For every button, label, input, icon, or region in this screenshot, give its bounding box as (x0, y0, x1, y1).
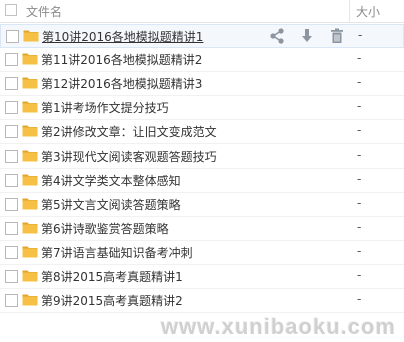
share-icon[interactable] (269, 27, 285, 45)
file-row[interactable]: 第10讲2016各地模拟题精讲1 - (0, 24, 404, 48)
folder-icon (22, 51, 38, 65)
folder-icon (22, 172, 38, 186)
row-checkbox[interactable] (5, 221, 18, 235)
column-header-filename[interactable]: 文件名 (26, 3, 62, 20)
delete-icon[interactable] (329, 27, 345, 45)
file-name-link[interactable]: 第4讲文学类文本整体感知 (41, 172, 181, 189)
column-header-size[interactable]: 大小 (356, 3, 380, 20)
file-name-link[interactable]: 第7讲语言基础知识备考冲刺 (41, 244, 193, 261)
file-size: - (357, 51, 362, 66)
file-size: - (357, 147, 362, 162)
file-row[interactable]: 第7讲语言基础知识备考冲刺 - (0, 241, 404, 265)
file-row[interactable]: 第3讲现代文阅读客观题答题技巧 - (0, 145, 404, 169)
file-size: - (357, 123, 362, 138)
file-row[interactable]: 第9讲2015高考真题精讲2 - (0, 289, 404, 314)
folder-icon (22, 292, 38, 306)
download-icon[interactable] (299, 27, 315, 45)
row-checkbox[interactable] (6, 30, 19, 43)
file-row[interactable]: 第11讲2016各地模拟题精讲2 - (0, 48, 404, 73)
folder-icon (22, 99, 38, 113)
file-name-link[interactable]: 第2讲修改文章：让旧文变成范文 (41, 123, 217, 140)
row-checkbox[interactable] (5, 173, 18, 187)
file-name-link[interactable]: 第9讲2015高考真题精讲2 (41, 292, 183, 309)
row-checkbox[interactable] (5, 125, 18, 139)
file-row[interactable]: 第2讲修改文章：让旧文变成范文 - (0, 120, 404, 145)
file-size: - (357, 243, 362, 258)
file-size: - (358, 28, 363, 42)
row-checkbox[interactable] (5, 101, 18, 115)
folder-icon (22, 268, 38, 282)
row-checkbox[interactable] (5, 149, 18, 163)
row-checkbox[interactable] (5, 77, 18, 91)
file-name-link[interactable]: 第11讲2016各地模拟题精讲2 (41, 51, 202, 68)
folder-icon (22, 75, 38, 89)
row-checkbox[interactable] (5, 270, 18, 283)
file-size: - (357, 171, 362, 186)
folder-icon (22, 220, 38, 234)
file-size: - (357, 268, 362, 282)
file-size: - (357, 75, 362, 90)
folder-icon (22, 196, 38, 210)
file-name-link[interactable]: 第8讲2015高考真题精讲1 (41, 268, 183, 285)
file-name-link[interactable]: 第6讲诗歌鉴赏答题策略 (41, 220, 169, 237)
file-row[interactable]: 第5讲文言文阅读答题策略 - (0, 193, 404, 217)
row-checkbox[interactable] (5, 197, 18, 211)
file-list-header: 文件名 大小 (0, 0, 404, 23)
watermark: www.xunibaoku.com (161, 314, 396, 339)
file-row[interactable]: 第6讲诗歌鉴赏答题策略 - (0, 217, 404, 241)
file-size: - (357, 292, 362, 307)
column-divider[interactable] (349, 0, 350, 22)
select-all-checkbox[interactable] (5, 4, 17, 16)
file-row[interactable]: 第1讲考场作文提分技巧 - (0, 96, 404, 121)
file-name-link[interactable]: 第1讲考场作文提分技巧 (41, 99, 169, 116)
folder-icon (22, 123, 38, 137)
file-row[interactable]: 第8讲2015高考真题精讲1 - (0, 265, 404, 289)
file-name-link[interactable]: 第10讲2016各地模拟题精讲1 (42, 28, 203, 45)
folder-icon (22, 244, 38, 258)
file-name-link[interactable]: 第5讲文言文阅读答题策略 (41, 196, 181, 213)
file-name-link[interactable]: 第12讲2016各地模拟题精讲3 (41, 75, 202, 92)
file-size: - (357, 219, 362, 234)
folder-icon (22, 148, 38, 162)
file-row[interactable]: 第12讲2016各地模拟题精讲3 - (0, 72, 404, 97)
file-row[interactable]: 第4讲文学类文本整体感知 - (0, 169, 404, 193)
file-name-link[interactable]: 第3讲现代文阅读客观题答题技巧 (41, 148, 217, 165)
file-size: - (357, 195, 362, 210)
file-size: - (357, 99, 362, 114)
row-checkbox[interactable] (5, 53, 18, 67)
row-checkbox[interactable] (5, 245, 18, 259)
folder-icon (23, 28, 39, 42)
row-checkbox[interactable] (5, 294, 18, 308)
